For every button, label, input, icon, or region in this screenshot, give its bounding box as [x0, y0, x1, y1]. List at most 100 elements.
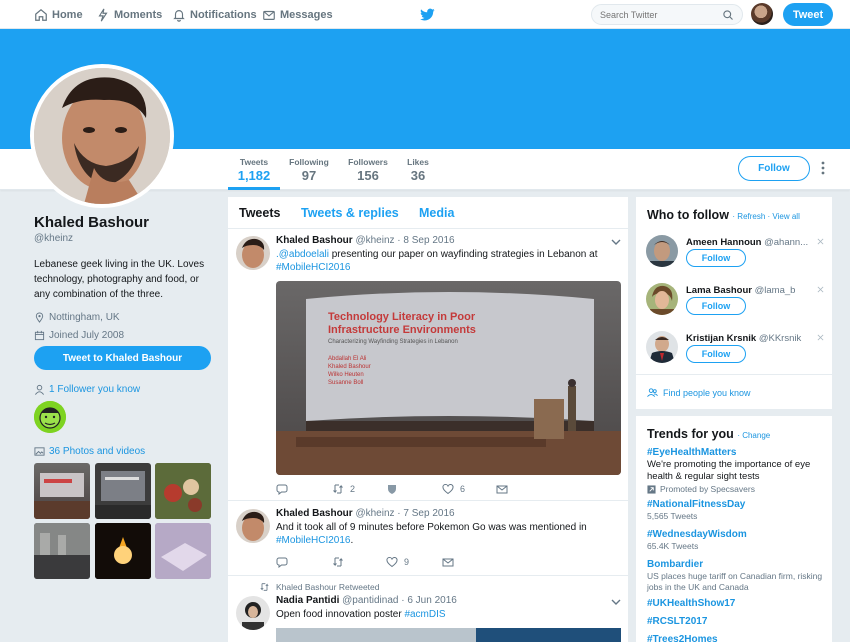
trend-item[interactable]: #RCSLT2017: [647, 616, 825, 627]
media-thumbnail-5[interactable]: [95, 523, 151, 579]
tweet-author-photo: [236, 596, 270, 630]
tweet-item[interactable]: Khaled Bashour Retweeted Nadia Pantidi @…: [228, 576, 628, 642]
media-thumbnail-3[interactable]: [155, 463, 211, 519]
tweet-date[interactable]: 7 Sep 2016: [403, 508, 454, 519]
suggested-user-avatar[interactable]: [646, 331, 678, 363]
tweet-hashtag[interactable]: #MobileHCI2016: [276, 262, 351, 273]
media-thumbnail-3-image: [155, 463, 211, 519]
nav-messages[interactable]: Messages: [262, 0, 333, 29]
trend-item[interactable]: #NationalFitnessDay 5,565 Tweets: [647, 499, 825, 522]
media-thumbnail-1[interactable]: [34, 463, 90, 519]
tweet-author-name[interactable]: Khaled Bashour: [276, 235, 353, 246]
media-thumbnail-4[interactable]: [34, 523, 90, 579]
follow-button[interactable]: Follow: [738, 156, 810, 181]
trend-item[interactable]: #UKHealthShow17: [647, 598, 825, 609]
twitter-bird-icon[interactable]: [419, 6, 436, 23]
stat-likes-value: 36: [410, 168, 426, 183]
suggested-user-fullname: Ameen Hannoun: [686, 237, 762, 248]
known-follower-avatar[interactable]: [34, 401, 66, 433]
tweet-author-avatar[interactable]: [236, 236, 270, 270]
profile-joined: Joined July 2008: [34, 330, 214, 341]
stat-followers[interactable]: Followers 156: [345, 149, 391, 190]
reply-button[interactable]: [276, 483, 294, 495]
account-avatar[interactable]: [751, 3, 773, 25]
trend-item[interactable]: #Trees2Homes: [647, 634, 825, 642]
direct-message-button[interactable]: [442, 556, 460, 568]
tab-tweets-replies[interactable]: Tweets & replies: [301, 206, 399, 220]
refresh-link[interactable]: Refresh: [737, 212, 765, 221]
tweet-text: And it took all of 9 minutes before Poke…: [276, 521, 606, 547]
stat-tweets[interactable]: Tweets 1,182: [228, 149, 280, 190]
chevron-down-icon[interactable]: [611, 597, 621, 607]
nav-moments[interactable]: Moments: [96, 0, 162, 29]
suggested-follow-button[interactable]: Follow: [686, 249, 746, 267]
tweet-photo[interactable]: [276, 628, 621, 642]
tweet-author-avatar[interactable]: [236, 596, 270, 630]
retweet-context: Khaled Bashour Retweeted: [259, 582, 380, 592]
suggested-user-name[interactable]: Kristijan Krsnik @KKrsnik: [686, 333, 810, 344]
photos-videos-text: 36 Photos and videos: [49, 446, 146, 457]
trend-item[interactable]: #EyeHealthMatters We're promoting the im…: [647, 447, 825, 494]
envelope-icon: [442, 558, 454, 567]
stat-likes[interactable]: Likes 36: [403, 149, 433, 190]
suggested-user-name[interactable]: Ameen Hannoun @ahann...: [686, 237, 810, 248]
suggested-follow-button[interactable]: Follow: [686, 345, 746, 363]
media-thumbnail-2[interactable]: [95, 463, 151, 519]
tab-tweets[interactable]: Tweets: [239, 206, 280, 220]
tab-media[interactable]: Media: [419, 206, 454, 220]
followers-you-know-link[interactable]: 1 Follower you know: [34, 384, 140, 395]
chevron-down-icon[interactable]: [611, 237, 621, 247]
calendar-icon: [34, 330, 45, 341]
tweet-hashtag[interactable]: #MobileHCI2016: [276, 535, 351, 546]
trend-name: #RCSLT2017: [647, 616, 708, 627]
tweet-author-name[interactable]: Khaled Bashour: [276, 508, 353, 519]
photos-videos-link[interactable]: 36 Photos and videos: [34, 446, 145, 457]
profile-avatar[interactable]: [30, 64, 174, 208]
close-icon[interactable]: [817, 334, 824, 341]
tweet-to-button[interactable]: Tweet to Khaled Bashour: [34, 346, 211, 370]
like-count: 6: [460, 484, 466, 494]
compose-tweet-button[interactable]: Tweet: [783, 3, 833, 26]
suggested-user-avatar[interactable]: [646, 283, 678, 315]
tweet-author-avatar[interactable]: [236, 509, 270, 543]
tweet-item[interactable]: Khaled Bashour @kheinz · 8 Sep 2016 .@ab…: [228, 229, 628, 501]
tweet-item[interactable]: Khaled Bashour @kheinz · 7 Sep 2016 And …: [228, 501, 628, 576]
view-all-link[interactable]: View all: [772, 212, 799, 221]
reply-button[interactable]: [276, 556, 294, 568]
nav-notifications[interactable]: Notifications: [172, 0, 257, 29]
change-link[interactable]: Change: [742, 431, 770, 440]
like-button[interactable]: 6: [442, 483, 465, 495]
tweet-mention[interactable]: .@abdoelali: [276, 249, 329, 260]
like-button[interactable]: 9: [386, 556, 409, 568]
search-input[interactable]: [600, 7, 720, 22]
trend-item[interactable]: #WednesdayWisdom 65.4K Tweets: [647, 529, 825, 552]
tweet-text: Open food innovation poster #acmDIS: [276, 608, 606, 621]
tweet-photo[interactable]: Technology Literacy in Poor Infrastructu…: [276, 281, 621, 475]
tweet-author-name[interactable]: Nadia Pantidi: [276, 595, 339, 606]
trend-item[interactable]: Bombardier US places huge tariff on Cana…: [647, 559, 825, 593]
suggested-user-name[interactable]: Lama Bashour @lama_b: [686, 285, 810, 296]
suggested-user-avatar[interactable]: [646, 235, 678, 267]
tweet-hashtag[interactable]: #acmDIS: [404, 609, 445, 620]
followers-you-know-text: 1 Follower you know: [49, 384, 141, 395]
search-icon[interactable]: [722, 9, 734, 21]
nav-home[interactable]: Home: [34, 0, 83, 29]
suggested-follow-button[interactable]: Follow: [686, 297, 746, 315]
tweet-date[interactable]: 8 Sep 2016: [403, 235, 454, 246]
retweeted-by-text[interactable]: Khaled Bashour Retweeted: [276, 582, 380, 592]
retweet-button[interactable]: 2: [332, 483, 355, 495]
direct-message-button[interactable]: [496, 483, 514, 495]
shield-button[interactable]: [386, 483, 404, 495]
profile-name[interactable]: Khaled Bashour: [34, 214, 214, 231]
stat-following-label: Following: [289, 157, 329, 167]
trend-name: #EyeHealthMatters: [647, 447, 737, 458]
suggested-user: Kristijan Krsnik @KKrsnik Follow: [636, 331, 832, 379]
media-thumbnail-6[interactable]: [155, 523, 211, 579]
tweet-date[interactable]: 6 Jun 2016: [407, 595, 457, 606]
retweet-button[interactable]: [332, 556, 350, 568]
close-icon[interactable]: [817, 286, 824, 293]
more-options-icon[interactable]: [820, 160, 826, 176]
find-people-link[interactable]: Find people you know: [647, 387, 751, 398]
close-icon[interactable]: [817, 238, 824, 245]
stat-following[interactable]: Following 97: [287, 149, 331, 190]
